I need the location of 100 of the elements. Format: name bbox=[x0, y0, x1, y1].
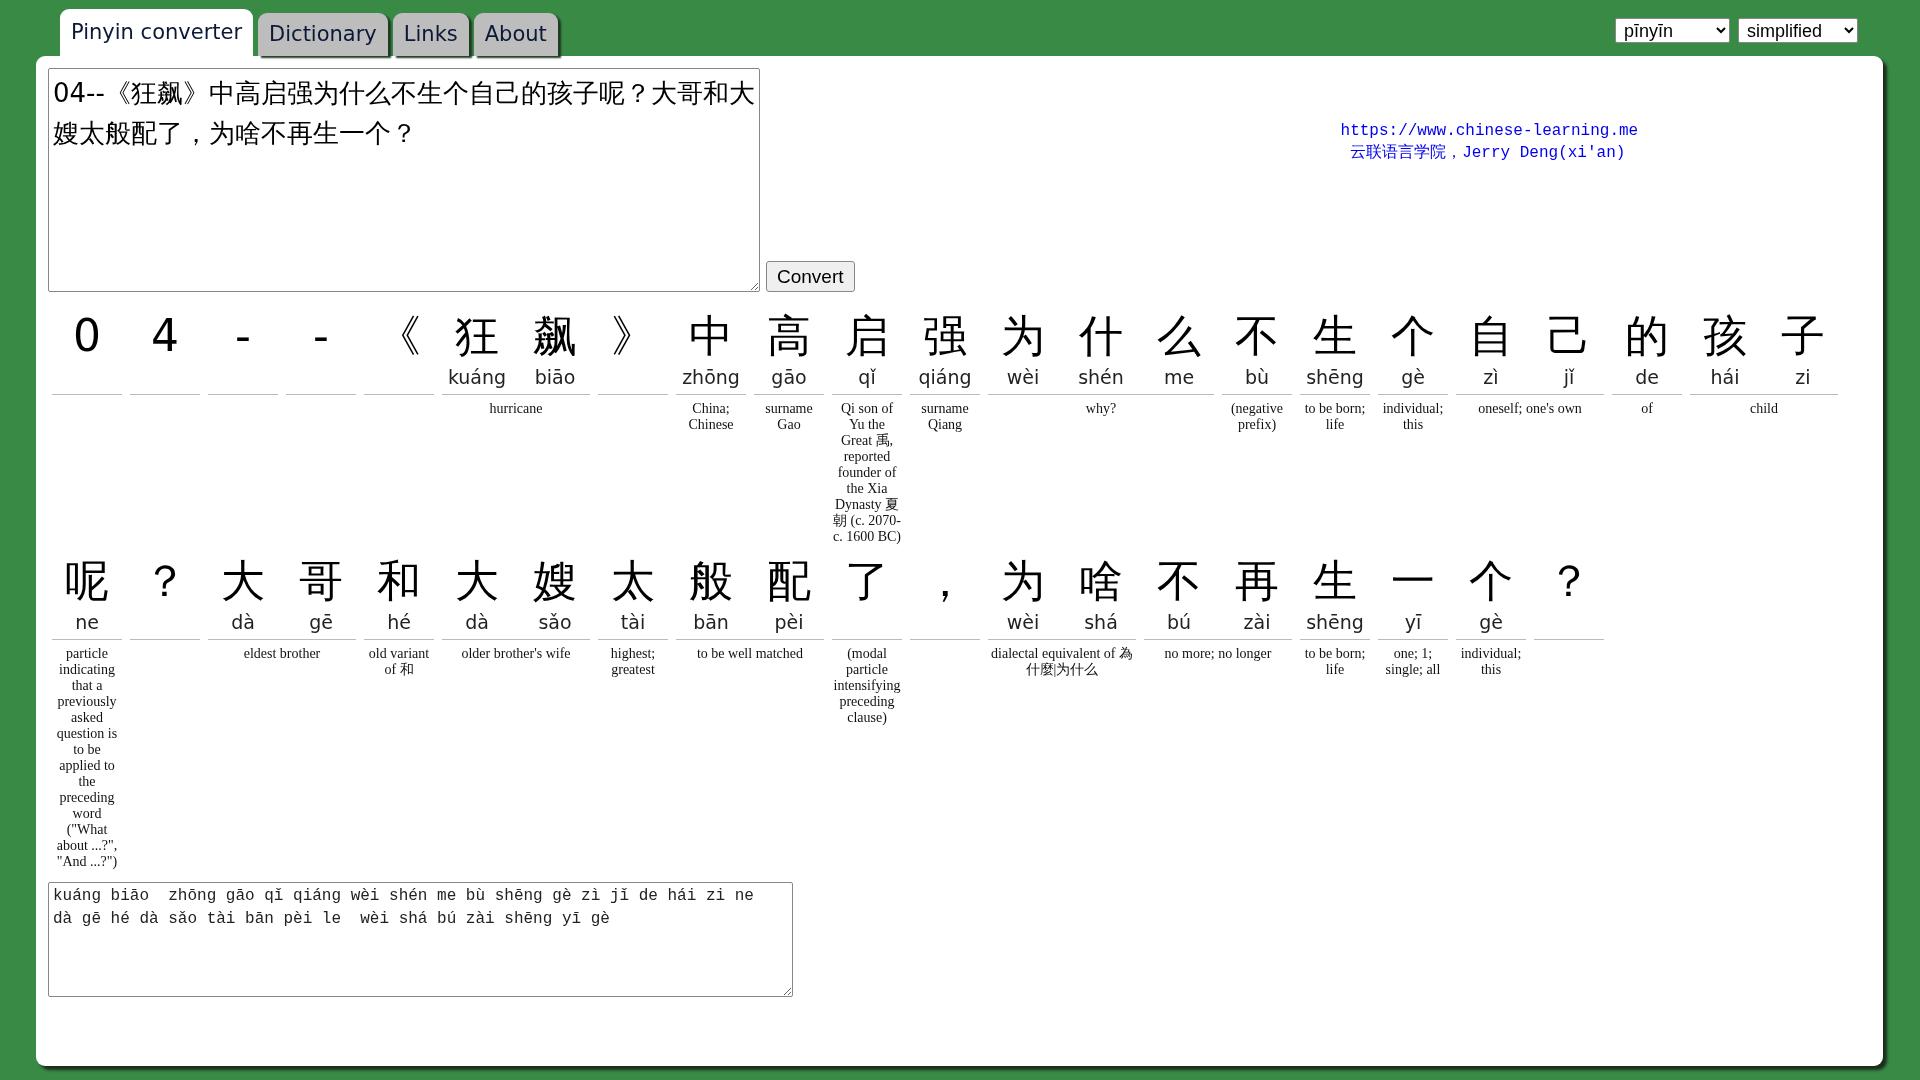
hanzi-character: 高 bbox=[767, 309, 811, 363]
hanzi-character: 为 bbox=[1001, 309, 1045, 363]
pinyin-text: bān bbox=[693, 610, 729, 635]
pinyin-text: shēng bbox=[1306, 365, 1364, 390]
hanzi-character: 不 bbox=[1235, 309, 1279, 363]
definition-text: to be born; life bbox=[1303, 646, 1367, 678]
tab[interactable]: Dictionary bbox=[258, 13, 388, 56]
pinyin-text: zi bbox=[1795, 365, 1811, 390]
definition-text: oneself; one's own bbox=[1477, 401, 1583, 417]
definition-text: no more; no longer bbox=[1163, 646, 1273, 662]
definition-text: individual; this bbox=[1381, 401, 1445, 433]
pinyin-text: zhōng bbox=[682, 365, 740, 390]
hanzi-character: ？ bbox=[143, 554, 187, 608]
hanzi-character: 启 bbox=[845, 309, 889, 363]
hanzi-character: ， bbox=[923, 554, 967, 608]
pinyin-text: bù bbox=[1244, 365, 1270, 390]
hanzi-character: 自 bbox=[1469, 309, 1513, 363]
hanzi-character: 生 bbox=[1313, 309, 1357, 363]
hanzi-character: 太 bbox=[611, 554, 655, 608]
definition-text: Qi son of Yu the Great 禹, reported founder of the Xia Dynasty 夏朝 (c. 2070-c. 1600 BC) bbox=[832, 401, 902, 545]
pinyin-text: wèi bbox=[1006, 365, 1040, 390]
hanzi-character: 啥 bbox=[1079, 554, 1123, 608]
hanzi-character: 哥 bbox=[299, 554, 343, 608]
definition-text: particle indicating that a previously asked question is to be applied to the preceding word ("What about ...?", "And ...?") bbox=[55, 646, 119, 870]
definition-text: of bbox=[1640, 401, 1654, 417]
hanzi-character: 一 bbox=[1391, 554, 1435, 608]
hanzi-character: - bbox=[313, 309, 329, 363]
hanzi-character: 个 bbox=[1469, 554, 1513, 608]
hanzi-character: 孩 bbox=[1703, 309, 1747, 363]
definition-text: one; 1; single; all bbox=[1384, 646, 1442, 678]
pinyin-text: sǎo bbox=[538, 610, 572, 635]
author-credit: 云联语言学院，Jerry Deng(xi'an) bbox=[1349, 142, 1627, 164]
website-link[interactable]: https://www.chinese-learning.me bbox=[1340, 120, 1639, 142]
pinyin-text: dà bbox=[231, 610, 255, 635]
pinyin-text: qǐ bbox=[858, 365, 876, 390]
pinyin-text: gè bbox=[1401, 365, 1425, 390]
pinyin-text: shén bbox=[1078, 365, 1124, 390]
definition-text: hurricane bbox=[488, 401, 544, 417]
hanzi-character: 了 bbox=[845, 554, 889, 608]
pinyin-text: bú bbox=[1166, 610, 1192, 635]
hanzi-character: 的 bbox=[1625, 309, 1669, 363]
tab[interactable]: About bbox=[473, 13, 558, 56]
hanzi-character: ？ bbox=[1547, 554, 1591, 608]
definition-text: individual; this bbox=[1459, 646, 1523, 678]
pinyin-text: ne bbox=[75, 610, 99, 635]
definition-text: (modal particle intensifying preceding clause) bbox=[832, 646, 902, 726]
definition-text: older brother's wife bbox=[460, 646, 572, 662]
hanzi-character: 狂 bbox=[455, 309, 499, 363]
definition-text: why? bbox=[1084, 401, 1118, 417]
pinyin-text: shēng bbox=[1306, 610, 1364, 635]
pinyin-text: gè bbox=[1479, 610, 1503, 635]
hanzi-character: 己 bbox=[1547, 309, 1591, 363]
hanzi-character: 嫂 bbox=[533, 554, 577, 608]
pinyin-text: kuáng bbox=[447, 365, 507, 390]
hanzi-character: 大 bbox=[221, 554, 265, 608]
hanzi-character: 中 bbox=[689, 309, 733, 363]
definition-text: child bbox=[1749, 401, 1779, 417]
text-input-field[interactable]: 04--《狂飙》中高启强为什么不生个自己的孩子呢？大哥和大嫂太般配了，为啥不再生一个？ bbox=[48, 68, 760, 292]
pinyin-text: wèi bbox=[1006, 610, 1040, 635]
pinyin-text: dà bbox=[465, 610, 489, 635]
hanzi-character: 和 bbox=[377, 554, 421, 608]
hanzi-character: 4 bbox=[151, 309, 179, 363]
pinyin-text: de bbox=[1635, 365, 1659, 390]
definition-text: old variant of 和 bbox=[367, 646, 431, 678]
pinyin-output-field[interactable]: kuáng biāo zhōng gāo qǐ qiáng wèi shén me bù shēng gè zì jǐ de hái zi ne dà gē hé dà sǎo tài bān pèi le wèi shá bú zài shēng yī gè bbox=[48, 882, 793, 997]
pinyin-text: gē bbox=[309, 610, 333, 635]
hanzi-character: 再 bbox=[1235, 554, 1279, 608]
definition-text: eldest brother bbox=[242, 646, 322, 662]
hanzi-character: 配 bbox=[767, 554, 811, 608]
pinyin-text: biāo bbox=[534, 365, 576, 390]
dropdown[interactable]: simplified bbox=[1738, 18, 1858, 43]
hanzi-character: 么 bbox=[1157, 309, 1201, 363]
pinyin-text: me bbox=[1163, 365, 1195, 390]
pinyin-text: yī bbox=[1404, 610, 1422, 635]
hanzi-character: 般 bbox=[689, 554, 733, 608]
hanzi-character: 什 bbox=[1079, 309, 1123, 363]
definition-text: highest; greatest bbox=[609, 646, 657, 678]
pinyin-text: shá bbox=[1084, 610, 1118, 635]
dropdown[interactable]: pīnyīn bbox=[1615, 18, 1730, 43]
hanzi-character: 强 bbox=[923, 309, 967, 363]
hanzi-character: 0 bbox=[73, 309, 101, 363]
hanzi-character: 飙 bbox=[533, 309, 577, 363]
definition-text: dialectal equivalent of 為什麼|为什么 bbox=[990, 646, 1134, 678]
definition-text: China; Chinese bbox=[687, 401, 735, 433]
pinyin-text: zài bbox=[1243, 610, 1271, 635]
hanzi-character: 个 bbox=[1391, 309, 1435, 363]
tab[interactable]: Pinyin converter bbox=[60, 9, 254, 56]
tab[interactable]: Links bbox=[392, 13, 469, 56]
pinyin-text: hái bbox=[1710, 365, 1740, 390]
pinyin-text: hé bbox=[387, 610, 411, 635]
pinyin-text: zì bbox=[1483, 365, 1499, 390]
pinyin-text: pèi bbox=[774, 610, 804, 635]
hanzi-character: 大 bbox=[455, 554, 499, 608]
hanzi-character: 《 bbox=[377, 309, 421, 363]
hanzi-character: - bbox=[235, 309, 251, 363]
hanzi-character: 生 bbox=[1313, 554, 1357, 608]
hanzi-character: 》 bbox=[611, 309, 655, 363]
pinyin-text: qiáng bbox=[918, 365, 972, 390]
convert-button[interactable]: Convert bbox=[766, 261, 855, 292]
hanzi-character: 为 bbox=[1001, 554, 1045, 608]
